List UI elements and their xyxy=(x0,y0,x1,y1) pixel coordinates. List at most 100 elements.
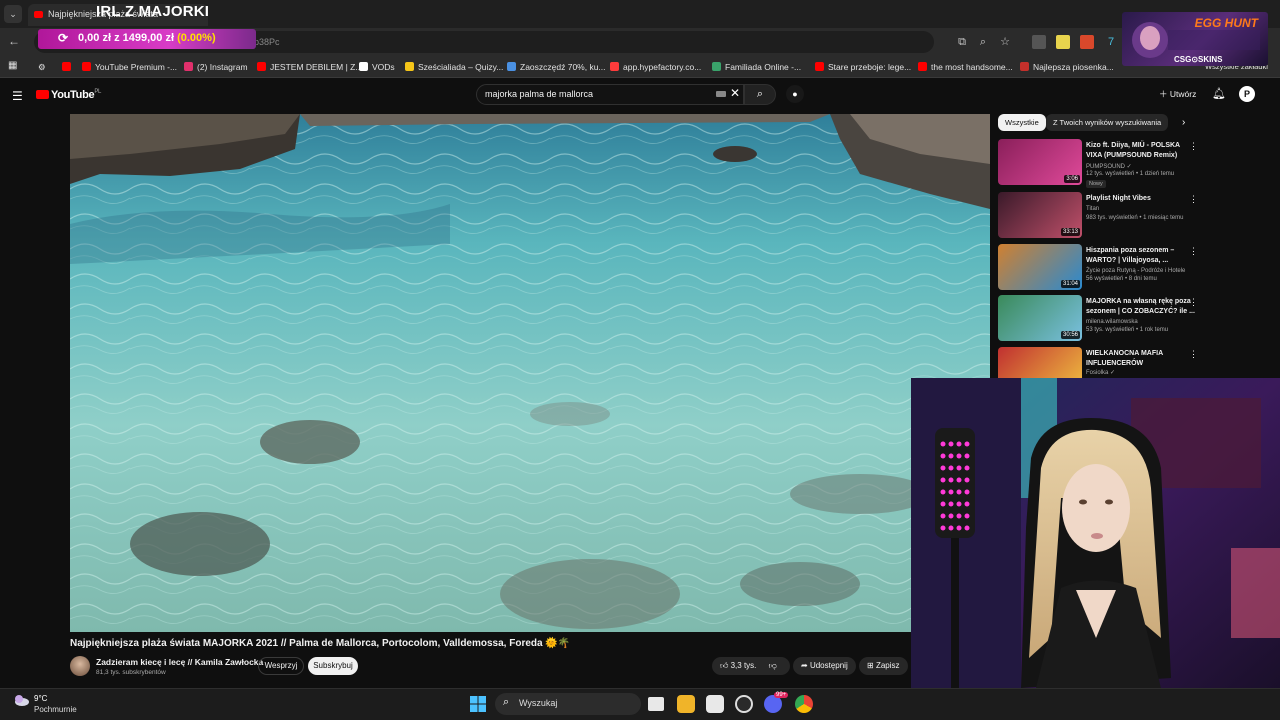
support-button[interactable]: Wesprzyj xyxy=(258,657,304,675)
recommendation-item[interactable]: 33:13 Playlist Night Vibes Titan 983 tys… xyxy=(998,192,1204,240)
search-icon: ⌕ xyxy=(756,88,764,100)
new-badge: Nowy xyxy=(1086,180,1106,188)
bookmark-item[interactable]: Sześcialiada – Quizy... xyxy=(405,62,503,72)
save-button[interactable]: ⊞ Zapisz xyxy=(859,657,908,675)
video-thumbnail[interactable]: 31:04 xyxy=(998,244,1082,290)
share-button[interactable]: ➦ Udostępnij xyxy=(793,657,856,675)
subscriber-count: 81,3 tys. subskrybentów xyxy=(96,669,166,676)
chip-from-search[interactable]: Z Twoich wyników wyszukiwania xyxy=(1046,114,1169,131)
video-player[interactable] xyxy=(70,114,990,632)
search-button[interactable]: ⌕ xyxy=(744,84,776,105)
thumbs-down-icon[interactable]: 👎︎ xyxy=(769,661,777,670)
bookmark-item[interactable]: Familiada Online -... xyxy=(712,62,801,72)
task-view-icon[interactable] xyxy=(648,697,664,711)
bookmark-item[interactable]: the most handsome... xyxy=(918,62,1013,72)
cloudy-weather-icon[interactable] xyxy=(12,693,30,707)
tab-list-button[interactable]: ⌄ xyxy=(4,5,22,23)
recommendation-channel[interactable]: milena.wilamowska xyxy=(1086,319,1138,325)
video-thumbnail[interactable] xyxy=(998,347,1082,378)
zoom-icon[interactable]: ⌕ xyxy=(976,35,990,49)
recommendation-channel[interactable]: Życie poza Rutyną - Podróże i Hotele xyxy=(1086,268,1185,274)
youtube-logo[interactable]: YouTubePL xyxy=(36,89,101,101)
like-dislike-control[interactable]: 👍︎ 3,3 tys. 👎︎ xyxy=(712,657,790,675)
bookmarks-bar: ▦ ⚙ YouTube Premium -... (2) Instagram J… xyxy=(0,56,1280,78)
webcam-overlay xyxy=(911,378,1280,688)
video-title: Najpiękniejsza plaża świata MAJORKA 2021… xyxy=(70,638,571,649)
recommendation-item[interactable]: WIELKANOCNA MAFIA INFLUENCERÓW Fosiolka … xyxy=(998,347,1204,378)
egg-hunt-overlay: EGG HUNT CSG⊙SKINS xyxy=(1122,12,1268,66)
file-explorer-icon[interactable] xyxy=(677,695,695,713)
more-options-icon[interactable]: ⋮ xyxy=(1189,246,1198,257)
apps-grid-icon[interactable]: ▦ xyxy=(8,60,17,71)
windows-start-icon[interactable] xyxy=(470,696,486,712)
bookmark-item[interactable]: (2) Instagram xyxy=(184,62,248,72)
recommendation-channel[interactable]: PUMPSOUND ✓ xyxy=(1086,163,1132,170)
recommendation-channel[interactable]: Fosiolka ✓ xyxy=(1086,369,1115,376)
bookmark-star-icon[interactable]: ☆ xyxy=(998,35,1012,49)
more-options-icon[interactable]: ⋮ xyxy=(1189,141,1198,152)
search-input[interactable]: majorka palma de mallorca xyxy=(476,84,744,105)
extension-icon[interactable] xyxy=(1080,35,1094,49)
clear-search-icon[interactable]: ✕ xyxy=(730,86,740,100)
bookmark-item[interactable]: YouTube Premium -... xyxy=(82,62,177,72)
recommendation-meta: 56 wyświetleń • 8 dni temu xyxy=(1086,276,1157,282)
notification-badge: 99+ xyxy=(774,692,789,698)
bookmark-item[interactable]: Najlepsza piosenka... xyxy=(1020,62,1114,72)
more-options-icon[interactable]: ⋮ xyxy=(1189,297,1198,308)
bookmark-item[interactable]: JESTEM DEBILEM | Z... xyxy=(257,62,362,72)
recommendation-title[interactable]: WIELKANOCNA MAFIA INFLUENCERÓW xyxy=(1086,349,1196,368)
bookmark-icon xyxy=(257,62,266,71)
video-thumbnail[interactable]: 33:13 xyxy=(998,192,1082,238)
bookmark-item[interactable]: Stare przeboje: lege... xyxy=(815,62,911,72)
taskbar-search-input[interactable]: ⌕ Wyszukaj xyxy=(495,693,641,715)
microsoft-store-icon[interactable] xyxy=(706,695,724,713)
recommendation-title[interactable]: Playlist Night Vibes xyxy=(1086,194,1196,204)
bookmark-youtube-icon[interactable] xyxy=(62,62,75,72)
create-button[interactable]: ＋ Utwórz xyxy=(1159,88,1196,100)
search-icon: ⌕ xyxy=(503,696,510,708)
video-thumbnail[interactable]: 30:56 xyxy=(998,295,1082,341)
recommendation-meta: 12 tys. wyświetleń • 1 dzień temu xyxy=(1086,171,1175,177)
bookmark-icon xyxy=(359,62,368,71)
subscribe-button[interactable]: Subskrybuj xyxy=(308,657,358,675)
share-icon: ➦ xyxy=(801,661,808,670)
bookmark-item[interactable]: app.hypefactory.co... xyxy=(610,62,701,72)
donation-goal-overlay: ⟳ 0,00 zł z 1499,00 zł (0.00%) xyxy=(38,29,256,49)
menu-icon[interactable]: ☰ xyxy=(12,89,23,103)
more-options-icon[interactable]: ⋮ xyxy=(1189,349,1198,360)
recommendation-title[interactable]: MAJORKA na własną rękę poza sezonem | CO… xyxy=(1086,297,1196,316)
thumbs-up-icon[interactable]: 👍︎ xyxy=(720,661,728,670)
recommendation-channel[interactable]: Titan xyxy=(1086,206,1099,212)
recommendation-title[interactable]: Kizo ft. Diiya, MIÜ - POLSKA VIXA (PUMPS… xyxy=(1086,141,1196,160)
notifications-bell-icon[interactable]: 🔔︎ xyxy=(1212,87,1226,100)
recommendation-title[interactable]: Hiszpania poza sezonem – WARTO? | Villaj… xyxy=(1086,246,1196,265)
bookmark-icon xyxy=(507,62,516,71)
reload-icon[interactable]: ⟳ xyxy=(58,31,68,45)
obs-studio-icon[interactable] xyxy=(735,695,753,713)
channel-avatar[interactable] xyxy=(70,656,90,676)
bookmark-item[interactable]: Zaoszczędź 70%, ku... xyxy=(507,62,606,72)
extension-icon[interactable]: 7 xyxy=(1104,35,1118,49)
recommendation-item[interactable]: 30:56 MAJORKA na własną rękę poza sezone… xyxy=(998,295,1204,343)
more-options-icon[interactable]: ⋮ xyxy=(1189,194,1198,205)
install-app-icon[interactable]: ⧉ xyxy=(955,35,969,49)
recommendation-item[interactable]: 31:04 Hiszpania poza sezonem – WARTO? | … xyxy=(998,244,1204,292)
video-thumbnail[interactable]: 3:06 xyxy=(998,139,1082,185)
extension-icon[interactable] xyxy=(1056,35,1070,49)
extension-shortcut-icon[interactable]: ⚙ xyxy=(38,62,46,73)
microphone-icon[interactable]: ● xyxy=(786,85,804,103)
bookmark-icon xyxy=(918,62,927,71)
keyboard-icon[interactable] xyxy=(716,91,726,97)
recommendation-item[interactable]: 3:06 Kizo ft. Diiya, MIÜ - POLSKA VIXA (… xyxy=(998,139,1204,188)
bookmark-item[interactable]: VODs xyxy=(359,62,395,72)
weather-temperature: 9°C xyxy=(34,694,48,703)
chip-all[interactable]: Wszystkie xyxy=(998,114,1046,131)
chrome-icon[interactable] xyxy=(795,695,813,713)
extension-icon[interactable] xyxy=(1032,35,1046,49)
channel-name[interactable]: Zadzieram kiecę i lecę // Kamila Zawłock… xyxy=(96,657,263,667)
account-avatar[interactable]: P xyxy=(1239,86,1255,102)
back-arrow-icon[interactable]: ← xyxy=(8,34,20,48)
bookmark-icon xyxy=(1020,62,1029,71)
chevron-right-icon[interactable]: › xyxy=(1182,117,1185,128)
save-icon: ⊞ xyxy=(867,661,874,670)
